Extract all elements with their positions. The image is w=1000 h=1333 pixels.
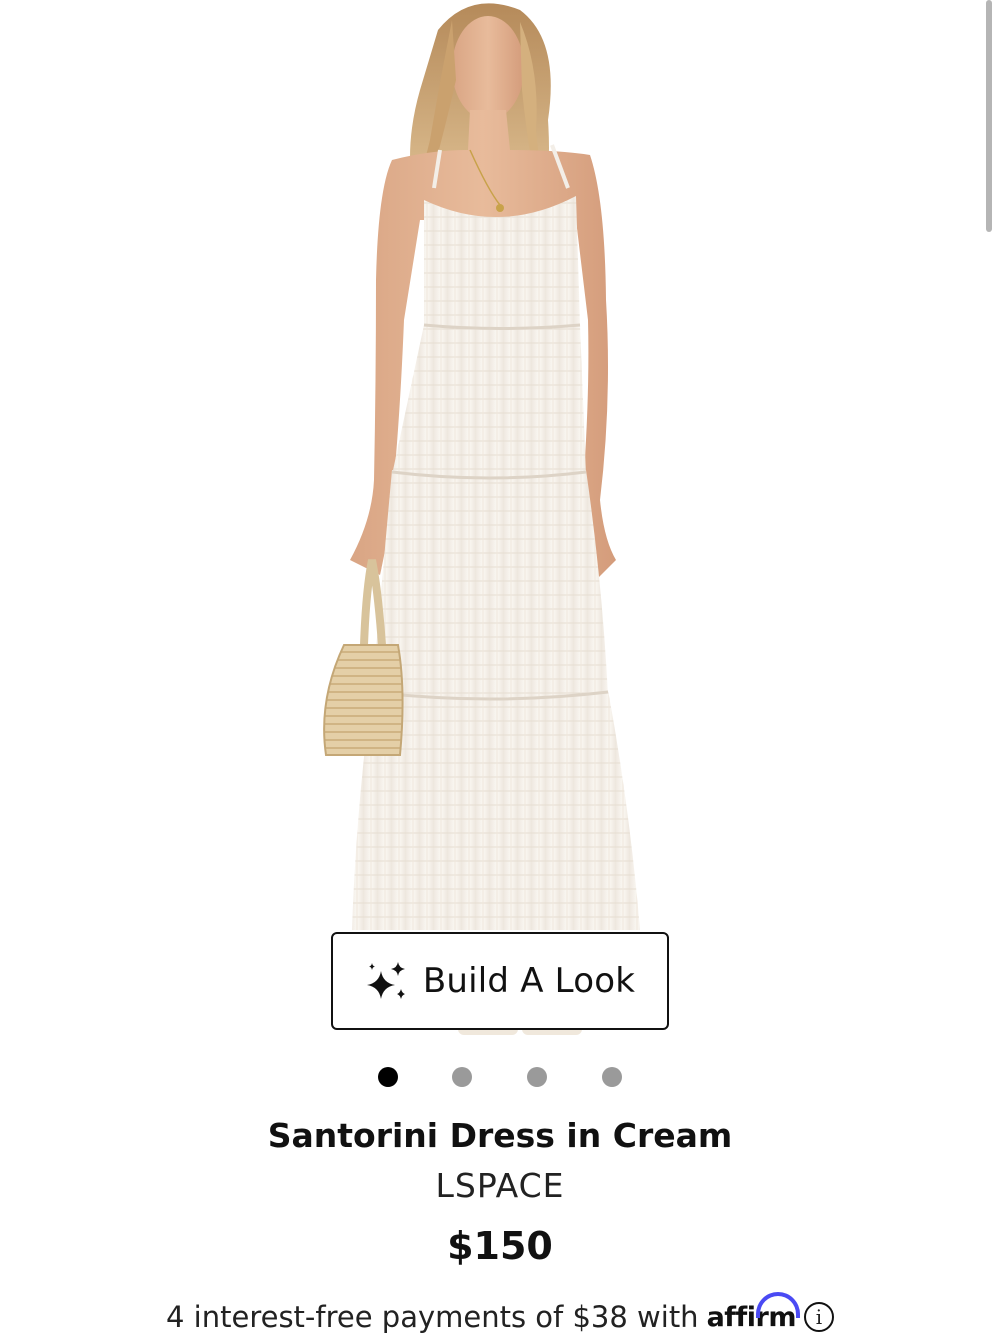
product-title: Santorini Dress in Cream [267,1116,733,1155]
financing-text: 4 interest-free payments of $38 with [166,1300,699,1333]
carousel-dot-1[interactable] [378,1067,398,1087]
product-photo [323,3,640,1035]
carousel-dot-2[interactable] [452,1067,472,1087]
product-price: $150 [447,1224,553,1268]
page-scrollbar[interactable] [986,0,992,232]
product-image[interactable] [0,0,1000,1050]
product-page: Build A Look Santorini Dress in Cream LS… [0,0,1000,1333]
info-icon[interactable]: i [804,1302,834,1332]
build-a-look-label: Build A Look [422,961,636,1001]
carousel-dot-3[interactable] [527,1067,547,1087]
affirm-arc-icon [756,1291,800,1318]
carousel-dot-4[interactable] [602,1067,622,1087]
financing-message: 4 interest-free payments of $38 with aff… [0,1291,1000,1333]
carousel-dots [0,1067,1000,1089]
sparkle-icon [366,962,405,999]
build-a-look-button[interactable]: Build A Look [331,932,669,1030]
product-brand[interactable]: LSPACE [0,1166,1000,1205]
affirm-logo[interactable]: affirm [707,1291,800,1333]
